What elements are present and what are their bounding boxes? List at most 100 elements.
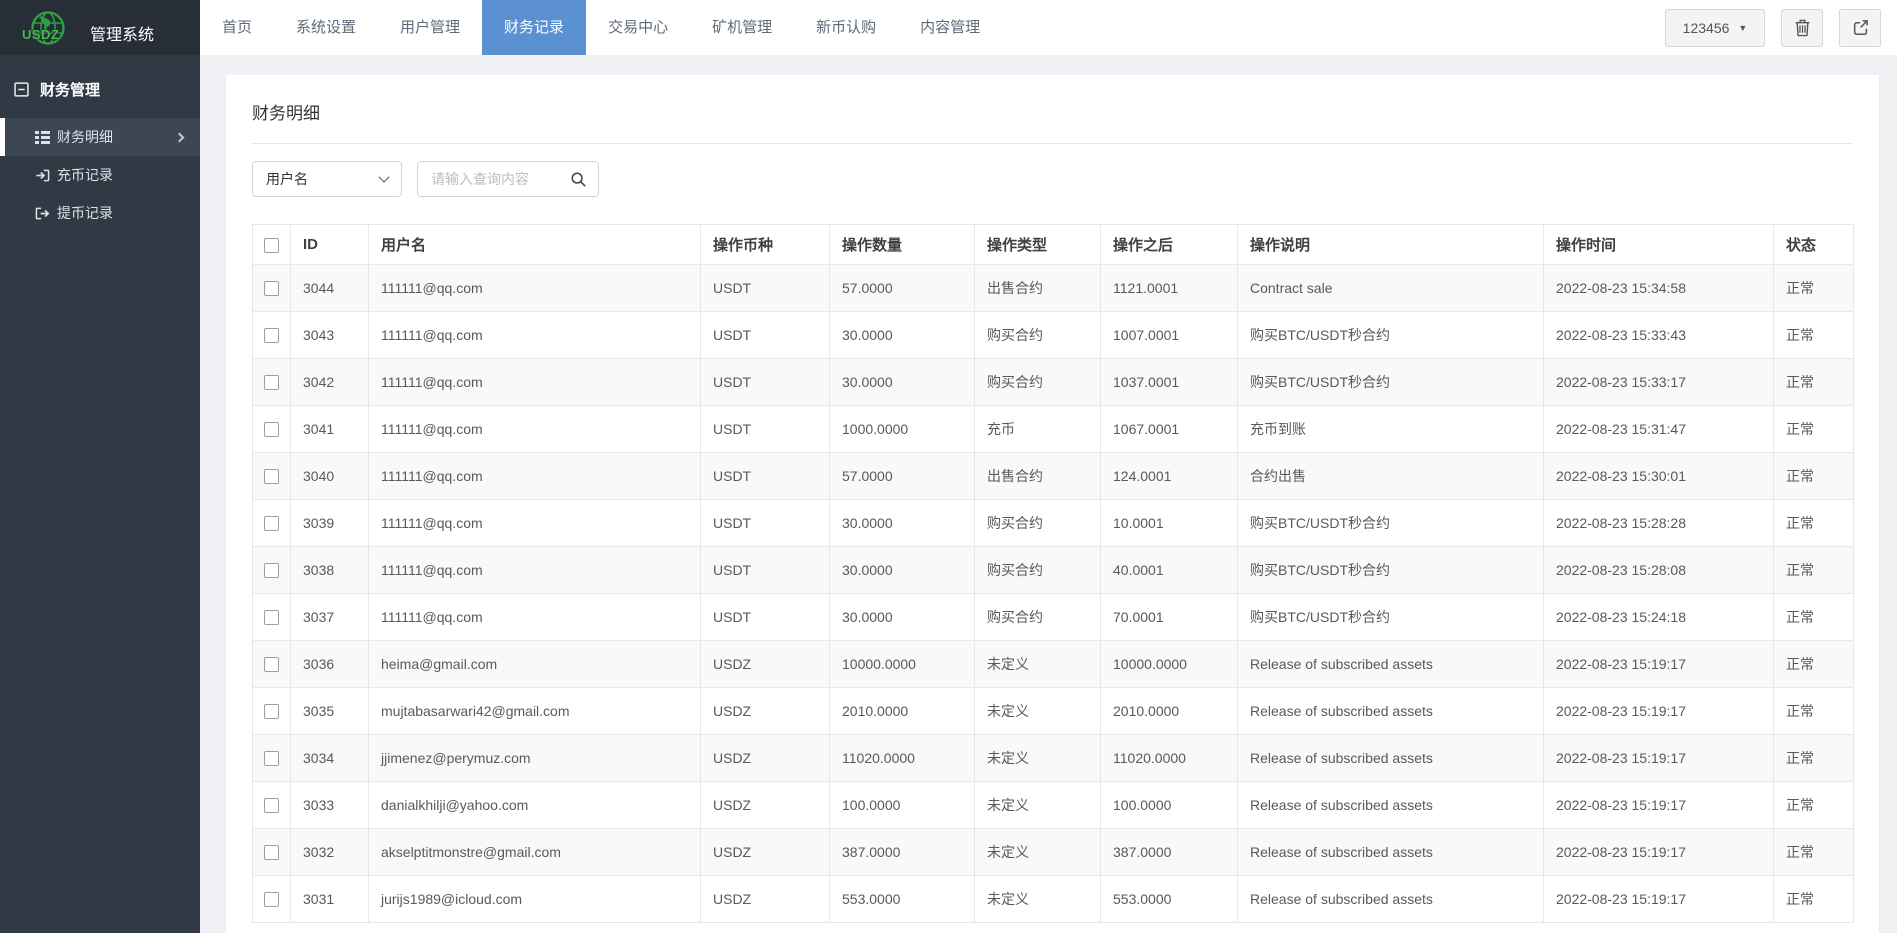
cell-用户名: mujtabasarwari42@gmail.com [369, 688, 701, 735]
cell-用户名: akselptitmonstre@gmail.com [369, 829, 701, 876]
sidebar-item-finance-detail[interactable]: 财务明细 [0, 118, 200, 156]
cell-状态: 正常 [1774, 782, 1854, 829]
row-checkbox[interactable] [264, 281, 279, 296]
finance-detail-card: 财务明细 用户名 ID用户名操作币种操作数量操作类型操作之后操作说明操作时间状态… [226, 75, 1879, 933]
row-checkbox[interactable] [264, 751, 279, 766]
row-checkbox[interactable] [264, 516, 279, 531]
cell-操作说明: 购买BTC/USDT秒合约 [1238, 359, 1544, 406]
trash-button[interactable] [1781, 9, 1823, 47]
filter-field-select[interactable]: 用户名 [252, 161, 402, 197]
chevron-down-icon [378, 171, 389, 182]
cell-操作数量: 57.0000 [830, 265, 975, 312]
search-input[interactable] [431, 171, 570, 187]
sidebar-group-label: 财务管理 [40, 79, 100, 100]
cell-操作类型: 未定义 [975, 688, 1101, 735]
row-checkbox[interactable] [264, 563, 279, 578]
row-checkbox[interactable] [264, 704, 279, 719]
cell-操作时间: 2022-08-23 15:28:28 [1544, 500, 1774, 547]
table-row: 3031jurijs1989@icloud.comUSDZ553.0000未定义… [253, 876, 1854, 923]
row-checkbox[interactable] [264, 657, 279, 672]
header-checkbox-cell [253, 225, 291, 265]
cell-操作说明: 购买BTC/USDT秒合约 [1238, 500, 1544, 547]
nav-tab-1[interactable]: 系统设置 [274, 0, 378, 55]
column-header-3: 操作数量 [830, 225, 975, 265]
row-checkbox[interactable] [264, 375, 279, 390]
row-checkbox-cell [253, 265, 291, 312]
column-header-1: 用户名 [369, 225, 701, 265]
row-checkbox-cell [253, 594, 291, 641]
sign-out-icon [35, 206, 50, 221]
column-header-7: 操作时间 [1544, 225, 1774, 265]
nav-tab-5[interactable]: 矿机管理 [690, 0, 794, 55]
table-row: 3043111111@qq.comUSDT30.0000购买合约1007.000… [253, 312, 1854, 359]
trash-icon [1794, 19, 1811, 37]
cell-操作类型: 出售合约 [975, 453, 1101, 500]
cell-操作币种: USDT [701, 406, 830, 453]
user-dropdown-label: 123456 [1683, 20, 1730, 36]
cell-操作时间: 2022-08-23 15:19:17 [1544, 876, 1774, 923]
row-checkbox[interactable] [264, 845, 279, 860]
cell-用户名: 111111@qq.com [369, 406, 701, 453]
sidebar-group-finance[interactable]: 财务管理 [0, 55, 200, 118]
cell-操作币种: USDZ [701, 641, 830, 688]
cell-ID: 3037 [291, 594, 369, 641]
cell-用户名: 111111@qq.com [369, 265, 701, 312]
row-checkbox-cell [253, 406, 291, 453]
row-checkbox[interactable] [264, 610, 279, 625]
cell-操作类型: 未定义 [975, 876, 1101, 923]
table-row: 3044111111@qq.comUSDT57.0000出售合约1121.000… [253, 265, 1854, 312]
nav-tab-4[interactable]: 交易中心 [586, 0, 690, 55]
row-checkbox[interactable] [264, 469, 279, 484]
row-checkbox-cell [253, 876, 291, 923]
row-checkbox[interactable] [264, 892, 279, 907]
cell-操作币种: USDT [701, 547, 830, 594]
cell-操作说明: Contract sale [1238, 265, 1544, 312]
sidebar-item-deposit-records[interactable]: 充币记录 [0, 156, 200, 194]
cell-ID: 3035 [291, 688, 369, 735]
row-checkbox[interactable] [264, 798, 279, 813]
export-icon [1852, 19, 1869, 36]
row-checkbox[interactable] [264, 328, 279, 343]
cell-操作说明: Release of subscribed assets [1238, 782, 1544, 829]
cell-操作类型: 出售合约 [975, 265, 1101, 312]
cell-操作时间: 2022-08-23 15:28:08 [1544, 547, 1774, 594]
cell-操作时间: 2022-08-23 15:31:47 [1544, 406, 1774, 453]
sidebar-item-withdraw-records[interactable]: 提币记录 [0, 194, 200, 232]
cell-操作币种: USDZ [701, 876, 830, 923]
cell-操作说明: 合约出售 [1238, 453, 1544, 500]
cell-状态: 正常 [1774, 547, 1854, 594]
column-header-8: 状态 [1774, 225, 1854, 265]
cell-操作之后: 70.0001 [1101, 594, 1238, 641]
column-header-0: ID [291, 225, 369, 265]
select-all-checkbox[interactable] [264, 238, 279, 253]
cell-状态: 正常 [1774, 359, 1854, 406]
table-row: 3039111111@qq.comUSDT30.0000购买合约10.0001购… [253, 500, 1854, 547]
cell-用户名: 111111@qq.com [369, 547, 701, 594]
cell-操作之后: 40.0001 [1101, 547, 1238, 594]
cell-操作说明: 充币到账 [1238, 406, 1544, 453]
nav-tab-3[interactable]: 财务记录 [482, 0, 586, 55]
cell-状态: 正常 [1774, 688, 1854, 735]
cell-操作时间: 2022-08-23 15:19:17 [1544, 735, 1774, 782]
search-icon[interactable] [570, 171, 587, 188]
table-row: 3038111111@qq.comUSDT30.0000购买合约40.0001购… [253, 547, 1854, 594]
cell-操作数量: 57.0000 [830, 453, 975, 500]
nav-tab-0[interactable]: 首页 [200, 0, 274, 55]
cell-操作币种: USDZ [701, 688, 830, 735]
export-button[interactable] [1839, 9, 1881, 47]
sign-in-icon [35, 168, 50, 183]
nav-tab-2[interactable]: 用户管理 [378, 0, 482, 55]
cell-ID: 3033 [291, 782, 369, 829]
nav-tab-6[interactable]: 新币认购 [794, 0, 898, 55]
cell-操作时间: 2022-08-23 15:19:17 [1544, 782, 1774, 829]
table-body: 3044111111@qq.comUSDT57.0000出售合约1121.000… [253, 265, 1854, 923]
table-row: 3032akselptitmonstre@gmail.comUSDZ387.00… [253, 829, 1854, 876]
cell-操作数量: 30.0000 [830, 500, 975, 547]
nav-tab-7[interactable]: 内容管理 [898, 0, 1002, 55]
row-checkbox[interactable] [264, 422, 279, 437]
cell-操作之后: 1121.0001 [1101, 265, 1238, 312]
user-dropdown-button[interactable]: 123456 ▼ [1665, 9, 1765, 47]
cell-操作类型: 购买合约 [975, 547, 1101, 594]
cell-操作币种: USDT [701, 453, 830, 500]
cell-ID: 3040 [291, 453, 369, 500]
